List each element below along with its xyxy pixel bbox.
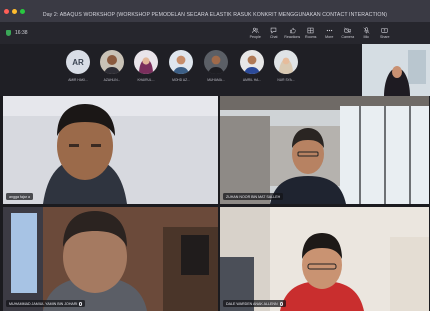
participant-video xyxy=(3,207,218,311)
shield-icon xyxy=(6,30,11,36)
chat-icon xyxy=(271,27,277,34)
camera-icon xyxy=(344,27,352,34)
mic-muted-icon xyxy=(279,301,283,306)
video-tile[interactable]: angga fajar a xyxy=(3,96,218,204)
mic-icon xyxy=(363,27,370,34)
participant-video xyxy=(220,207,429,311)
avatar xyxy=(169,50,193,74)
video-tile[interactable]: MUHAMMAD JAMIUL YAMIN BIN JOHARI xyxy=(3,207,218,311)
share-icon xyxy=(381,27,388,33)
reactions-icon xyxy=(289,27,296,33)
more-icon xyxy=(326,29,332,31)
avatar xyxy=(100,50,124,74)
reactions-button[interactable]: Reactions xyxy=(283,22,302,44)
rooms-button[interactable]: Rooms xyxy=(302,22,321,44)
window-titlebar: Day 2: ABAQUS WORKSHOP (WORKSHOP PEMODEL… xyxy=(0,0,430,22)
participant-thumbnail[interactable]: AMRIL HA... xyxy=(236,50,268,82)
people-button[interactable]: People xyxy=(246,22,265,44)
people-icon xyxy=(252,27,259,33)
avatar xyxy=(274,50,298,74)
meeting-toolbar: 16:38 People Chat Reactions Rooms More C… xyxy=(0,22,430,60)
more-button[interactable]: More xyxy=(320,22,339,44)
avatar xyxy=(240,50,264,74)
video-tile[interactable]: DALE WARDEN ANAK ALLENN xyxy=(220,207,429,311)
rooms-icon xyxy=(307,27,314,33)
avatar: AR xyxy=(66,50,90,74)
participant-thumbnail[interactable]: AR AMIR HAKI... xyxy=(62,50,94,82)
active-speaker-tile[interactable]: ZUHAN NOOR BIN MAT SALLEH xyxy=(220,96,429,204)
participant-strip: AR AMIR HAKI... AZAHLIN... KHAIRUL... MO… xyxy=(0,44,362,96)
meeting-title: Day 2: ABAQUS WORKSHOP (WORKSHOP PEMODEL… xyxy=(42,12,388,18)
participant-name-tag: angga fajar a xyxy=(6,193,33,200)
participant-name-tag: MUHAMMAD JAMIUL YAMIN BIN JOHARI xyxy=(6,300,86,307)
chat-button[interactable]: Chat xyxy=(265,22,284,44)
meeting-timer: 16:38 xyxy=(15,30,28,36)
participant-thumbnail[interactable]: MOHD AZ... xyxy=(165,50,197,82)
participant-thumbnail[interactable]: NUR SYA... xyxy=(270,50,302,82)
self-view-video[interactable] xyxy=(362,44,430,96)
toolbar-tools: People Chat Reactions Rooms More Camera … xyxy=(246,22,394,44)
share-button[interactable]: Share xyxy=(376,22,395,44)
participant-video xyxy=(220,96,429,204)
mic-muted-icon xyxy=(79,301,83,306)
participant-name-tag: ZUHAN NOOR BIN MAT SALLEH xyxy=(223,193,284,200)
avatar xyxy=(204,50,228,74)
participant-video xyxy=(3,96,218,204)
mic-button[interactable]: Mic xyxy=(357,22,376,44)
participant-name-tag: DALE WARDEN ANAK ALLENN xyxy=(223,300,286,307)
participant-thumbnail[interactable]: KHAIRUL... xyxy=(130,50,162,82)
participant-thumbnail[interactable]: MUHAMA... xyxy=(200,50,232,82)
participant-thumbnail[interactable]: AZAHLIN... xyxy=(96,50,128,82)
camera-button[interactable]: Camera xyxy=(339,22,358,44)
avatar xyxy=(134,50,158,74)
